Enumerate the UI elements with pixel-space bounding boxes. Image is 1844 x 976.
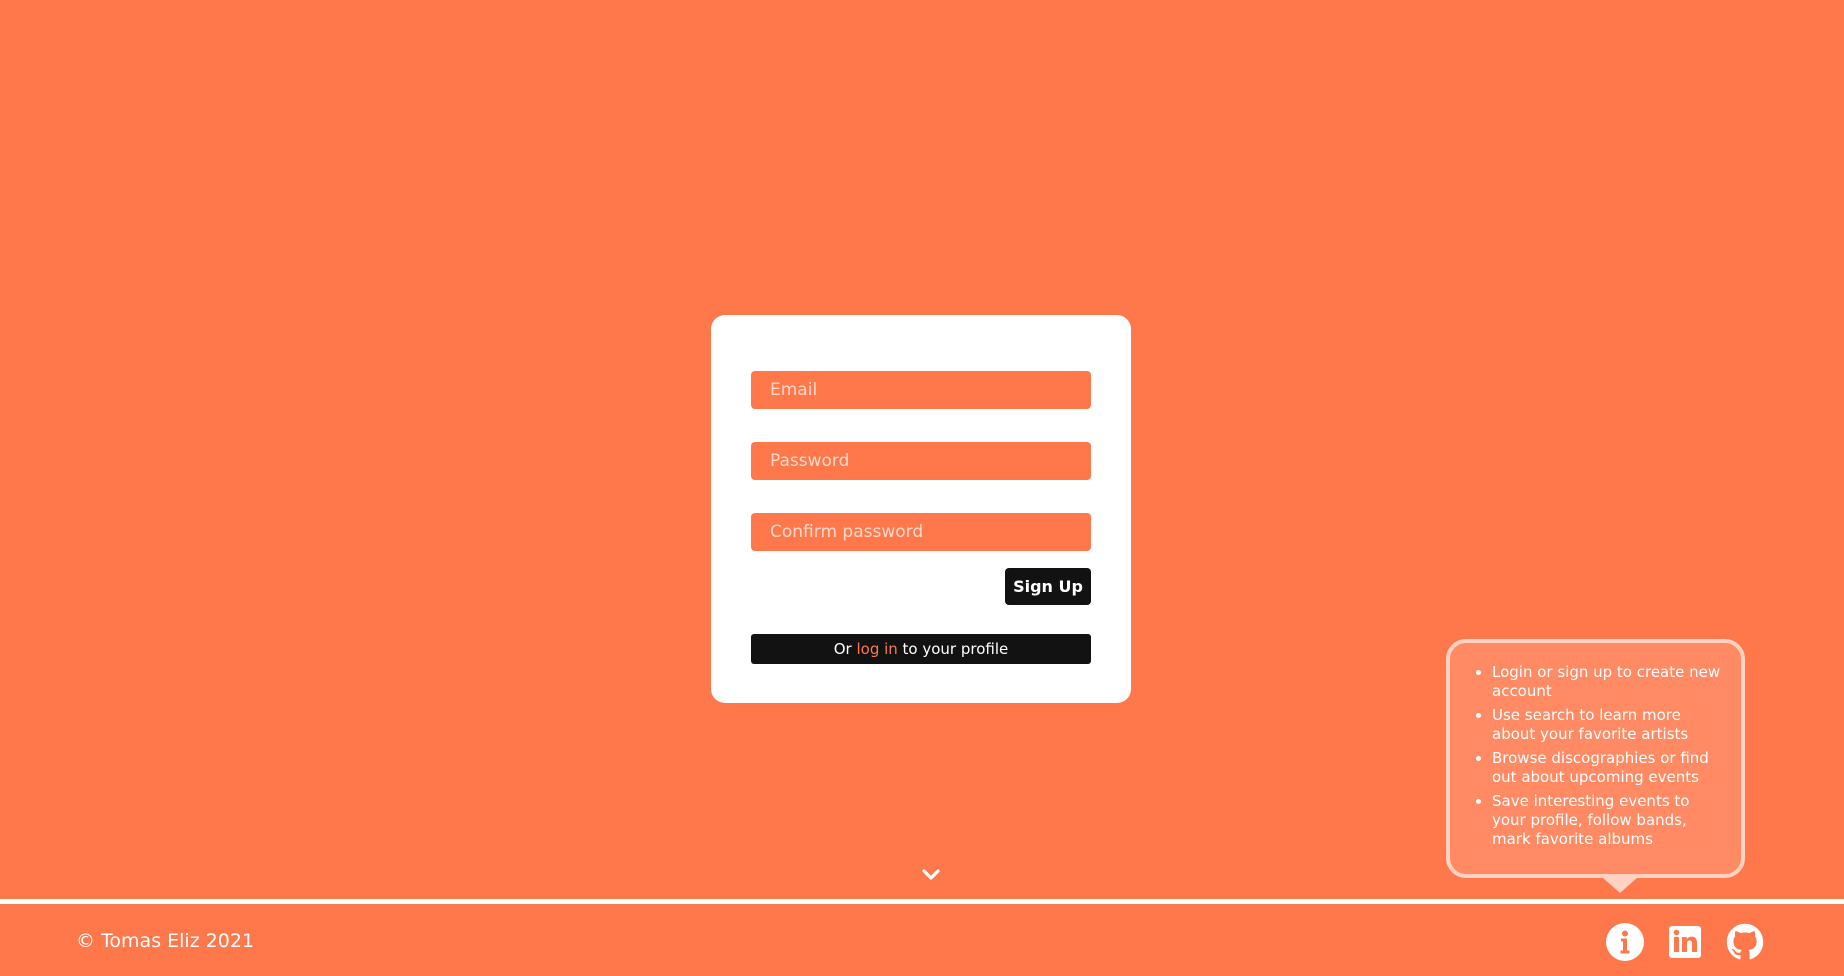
info-item: Use search to learn more about your favo…	[1492, 706, 1727, 744]
signup-card: Sign Up Or log in to your profile	[711, 315, 1131, 703]
login-suffix: to your profile	[897, 640, 1009, 658]
info-item: Save interesting events to your profile,…	[1492, 792, 1727, 849]
footer-divider	[0, 899, 1844, 904]
sign-up-button[interactable]: Sign Up	[1005, 568, 1091, 605]
log-in-link[interactable]: log in	[856, 640, 897, 658]
chevron-down-icon[interactable]	[920, 864, 942, 886]
password-field[interactable]	[751, 442, 1091, 480]
page: Sign Up Or log in to your profile Login …	[0, 0, 1844, 976]
info-item: Login or sign up to create new account	[1492, 663, 1727, 701]
login-prompt: Or log in to your profile	[751, 634, 1091, 664]
login-prefix: Or	[833, 640, 857, 658]
info-bubble: Login or sign up to create new account U…	[1446, 639, 1745, 878]
info-bubble-tail	[1603, 878, 1637, 893]
confirm-password-field[interactable]	[751, 513, 1091, 551]
info-item: Browse discographies or find out about u…	[1492, 749, 1727, 787]
copyright-text: © Tomas Eliz 2021	[76, 930, 255, 952]
email-field[interactable]	[751, 371, 1091, 409]
info-list: Login or sign up to create new account U…	[1450, 643, 1741, 849]
github-icon[interactable]	[1726, 923, 1764, 961]
info-icon[interactable]	[1606, 923, 1644, 961]
linkedin-icon[interactable]	[1666, 923, 1704, 961]
